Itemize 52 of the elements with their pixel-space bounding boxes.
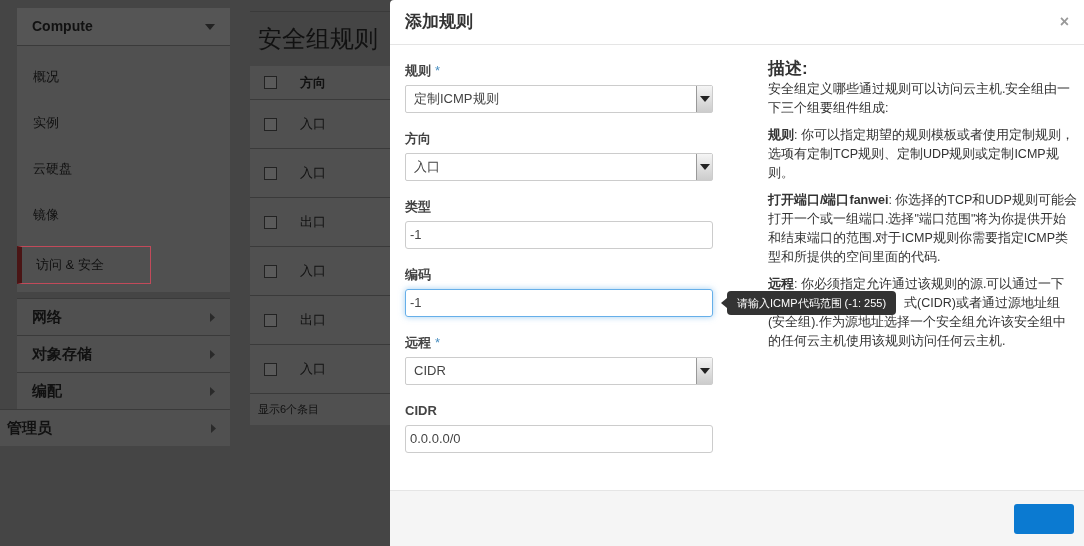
checkbox[interactable] [264,215,277,229]
submit-button[interactable] [1014,503,1074,534]
close-button[interactable]: × [1059,10,1069,34]
sidebar-section[interactable]: 管理员 [0,409,230,446]
sidebar-item[interactable]: 访问 & 安全 [17,246,151,284]
caret-icon [699,164,710,170]
checkbox[interactable] [264,313,277,327]
checkbox[interactable] [264,117,277,131]
tooltip: 请输入ICMP代码范围 (-1: 255) [727,291,897,315]
sidebar-section[interactable]: 对象存储 [17,335,230,372]
description-text: 安全组定义哪些通过规则可以访问云主机.安全组由一下三个组要组件组成: [768,81,1072,117]
input-field[interactable]: -1 [405,289,713,317]
field-label: 方向 [405,130,431,149]
description-text: 式(CIDR)或者通过源地址组 [904,295,1060,312]
select-field[interactable]: CIDR [405,357,713,385]
sidebar-section[interactable]: 编配 [17,372,230,409]
field-label: 远程 [405,334,431,353]
description-text: 打开端口/端口fanwei: 你选择的TCP和UDP规则可能会打开一个或一组端口.选择"端口范围"将为你提供开始和结束端口的范围.对于ICMP规则你需要指定ICMP类型和所提供的空间里面的代码. [768,192,1078,266]
required-mark: * [435,334,441,353]
caret-icon [205,23,215,30]
sidebar-item[interactable]: 实例 [17,100,230,146]
input-field[interactable]: -1 [405,221,713,249]
field-label: CIDR [405,402,437,421]
description-text: 规则: 你可以指定期望的规则模板或者使用定制规则，选项有定制TCP规则、定制UDP规则或定制ICMP规则。 [768,127,1075,182]
sidebar-section[interactable]: 网络 [17,298,230,335]
checkbox[interactable] [264,166,277,180]
checkbox[interactable] [264,264,277,278]
tooltip-arrow-icon [721,298,727,308]
dialog-title: 添加规则 [405,11,473,34]
checkbox[interactable] [264,76,277,89]
field-label: 规则 [405,62,431,81]
caret-icon [210,386,215,396]
select-field[interactable]: 定制ICMP规则 [405,85,713,113]
field-label: 类型 [405,198,431,217]
description-title: 描述: [768,59,809,78]
field-label: 编码 [405,266,431,285]
input-field[interactable]: 0.0.0.0/0 [405,425,713,453]
caret-icon [699,96,710,102]
caret-icon [211,423,216,433]
select-field[interactable]: 入口 [405,153,713,181]
sidebar-item[interactable]: 镜像 [17,192,230,238]
caret-icon [210,349,215,359]
required-mark: * [435,62,441,81]
sidebar-item[interactable]: 云硬盘 [17,146,230,192]
checkbox[interactable] [264,362,277,376]
description-text: (安全组).作为源地址选择一个安全组允许该安全组中的任何云主机使用该规则访问任何云主机. [768,314,1067,350]
sidebar-item[interactable]: 概况 [17,54,230,100]
caret-icon [210,312,215,322]
description-text: 远程: 你必须指定允许通过该规则的源.可以通过一下 [768,276,1066,293]
caret-icon [699,368,710,374]
sidebar-header[interactable]: Compute [17,8,230,46]
column-header[interactable]: 方向 [300,72,326,93]
